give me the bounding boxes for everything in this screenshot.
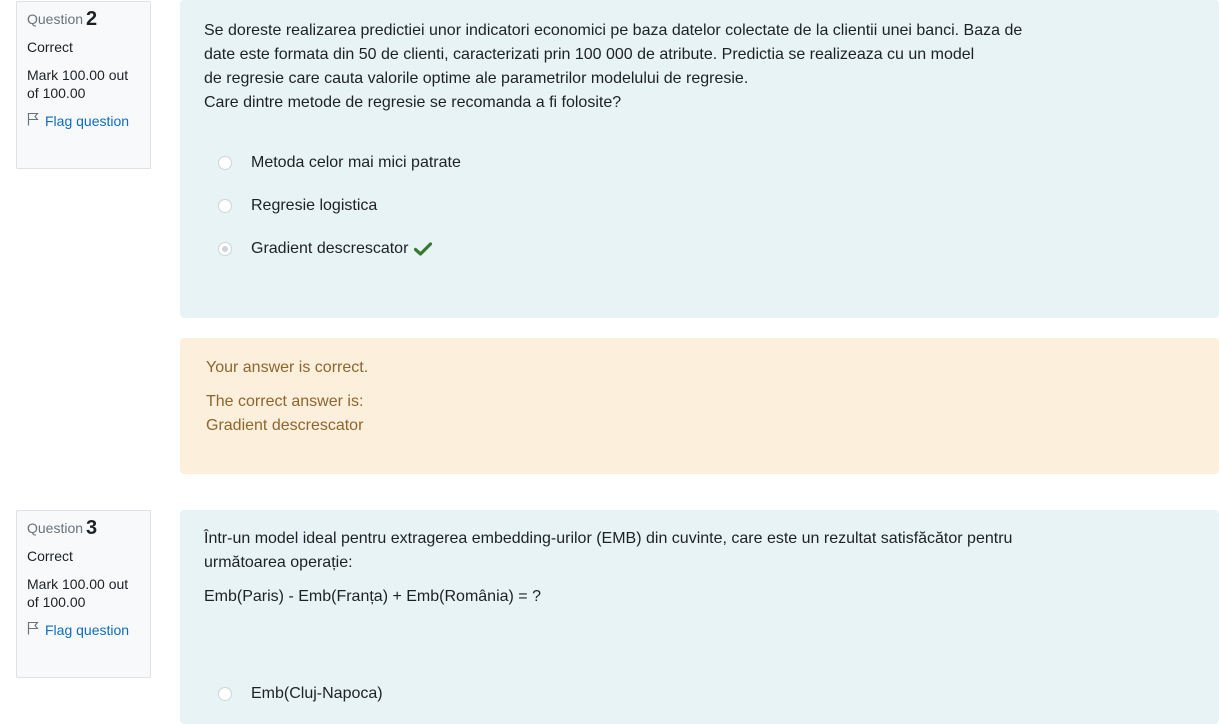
- answer-list: Emb(Cluj-Napoca): [204, 683, 1195, 705]
- question-state: Correct: [27, 39, 73, 55]
- question-feedback: Your answer is correct. The correct answ…: [180, 338, 1219, 474]
- question-formula: Emb(Paris) - Emb(Franța) + Emb(România) …: [204, 588, 541, 605]
- answer-radio[interactable]: [218, 156, 232, 170]
- answer-option[interactable]: Metoda celor mai mici patrate: [204, 152, 1195, 174]
- question-text: Se doreste realizarea predictiei unor in…: [204, 22, 1023, 111]
- answer-radio[interactable]: [218, 199, 232, 213]
- answer-option[interactable]: Regresie logistica: [204, 195, 1195, 217]
- correct-check-icon: [414, 242, 433, 256]
- answer-list: Metoda celor mai mici patrate Regresie l…: [204, 152, 1195, 260]
- flag-question-link[interactable]: Flag question: [27, 112, 140, 130]
- flag-question-link[interactable]: Flag question: [27, 621, 140, 639]
- answer-option[interactable]: Gradient descrescator: [204, 238, 1195, 260]
- question-number: Question 3: [27, 517, 98, 539]
- question-formulation-2: Se doreste realizarea predictiei unor in…: [180, 0, 1219, 318]
- question-info-2: Question 2 Correct Mark 100.00 out of 100…: [16, 1, 151, 169]
- flag-icon: [27, 112, 39, 130]
- general-feedback: Your answer is correct.: [206, 359, 369, 376]
- question-text: Într-un model ideal pentru extragerea em…: [204, 527, 1195, 609]
- answer-radio-checked[interactable]: [218, 242, 232, 256]
- right-answer: Gradient descrescator: [206, 417, 364, 434]
- answer-option[interactable]: Emb(Cluj-Napoca): [204, 683, 1195, 705]
- question-formulation-3: Într-un model ideal pentru extragerea em…: [180, 510, 1219, 724]
- question-number: Question 2: [27, 8, 98, 30]
- right-answer-intro: The correct answer is:: [206, 393, 364, 410]
- flag-icon: [27, 621, 39, 639]
- answer-radio[interactable]: [218, 687, 232, 701]
- question-info-3: Question 3 Correct Mark 100.00 out of 100…: [16, 510, 151, 678]
- question-grade: Mark 100.00 out of 100.00: [27, 576, 129, 610]
- question-state: Correct: [27, 548, 73, 564]
- question-grade: Mark 100.00 out of 100.00: [27, 67, 129, 101]
